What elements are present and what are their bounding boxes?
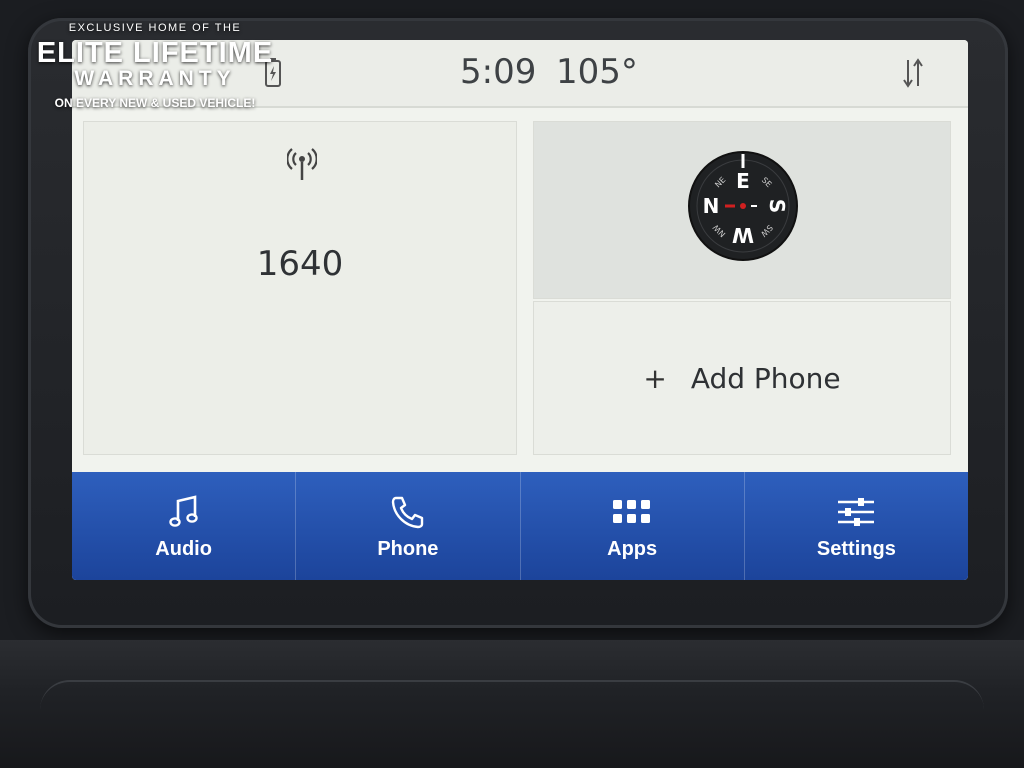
radio-antenna-icon bbox=[286, 146, 318, 186]
compass-west-label: W bbox=[732, 223, 754, 247]
dealer-watermark: EXCLUSIVE HOME OF THE ELITE LIFETIME WAR… bbox=[30, 22, 280, 110]
infotainment-screen: 5:09 105° 1640 E W N S NE SE SW NW + Add… bbox=[72, 40, 968, 580]
phone-handset-icon bbox=[390, 492, 426, 532]
nav-phone-label: Phone bbox=[377, 537, 439, 560]
navigation-tile[interactable]: E W N S NE SE SW NW bbox=[534, 122, 950, 298]
nav-audio-label: Audio bbox=[155, 537, 212, 560]
compass-east-label: E bbox=[736, 169, 750, 193]
trim-ridge bbox=[40, 680, 984, 742]
nav-settings-label: Settings bbox=[816, 537, 896, 560]
outside-temperature: 105° bbox=[556, 52, 638, 92]
watermark-title: ELITE LIFETIME bbox=[36, 37, 274, 69]
radio-tile[interactable]: 1640 bbox=[84, 122, 516, 454]
phone-tile: + Add Phone bbox=[534, 302, 950, 454]
nav-audio-button[interactable]: Audio bbox=[72, 472, 297, 580]
nav-apps-label: Apps bbox=[607, 537, 658, 560]
watermark-subtitle: WARRANTY bbox=[74, 67, 236, 90]
sliders-icon bbox=[836, 492, 876, 532]
apps-grid-icon bbox=[612, 492, 652, 532]
clock: 5:09 bbox=[460, 52, 537, 92]
add-phone-button[interactable]: + Add Phone bbox=[534, 302, 950, 454]
add-phone-label: Add Phone bbox=[690, 361, 841, 395]
compass-icon: E W N S NE SE SW NW bbox=[688, 151, 798, 261]
sync-arrows-icon[interactable] bbox=[902, 56, 924, 94]
nav-settings-button[interactable]: Settings bbox=[745, 472, 968, 580]
dashboard-trim bbox=[0, 640, 1024, 768]
watermark-top-line: EXCLUSIVE HOME OF THE bbox=[68, 22, 242, 34]
compass-north-label: N bbox=[703, 194, 720, 218]
music-note-icon bbox=[168, 492, 199, 532]
radio-frequency: 1640 bbox=[256, 244, 344, 284]
nav-phone-button[interactable]: Phone bbox=[296, 472, 521, 580]
watermark-bottom-line: ON EVERY NEW & USED VEHICLE! bbox=[54, 96, 256, 110]
bottom-nav-bar: Audio Phone Apps Settings bbox=[72, 472, 968, 580]
nav-apps-button[interactable]: Apps bbox=[521, 472, 745, 580]
plus-icon: + bbox=[643, 361, 667, 395]
compass-south-label: S bbox=[765, 199, 789, 213]
